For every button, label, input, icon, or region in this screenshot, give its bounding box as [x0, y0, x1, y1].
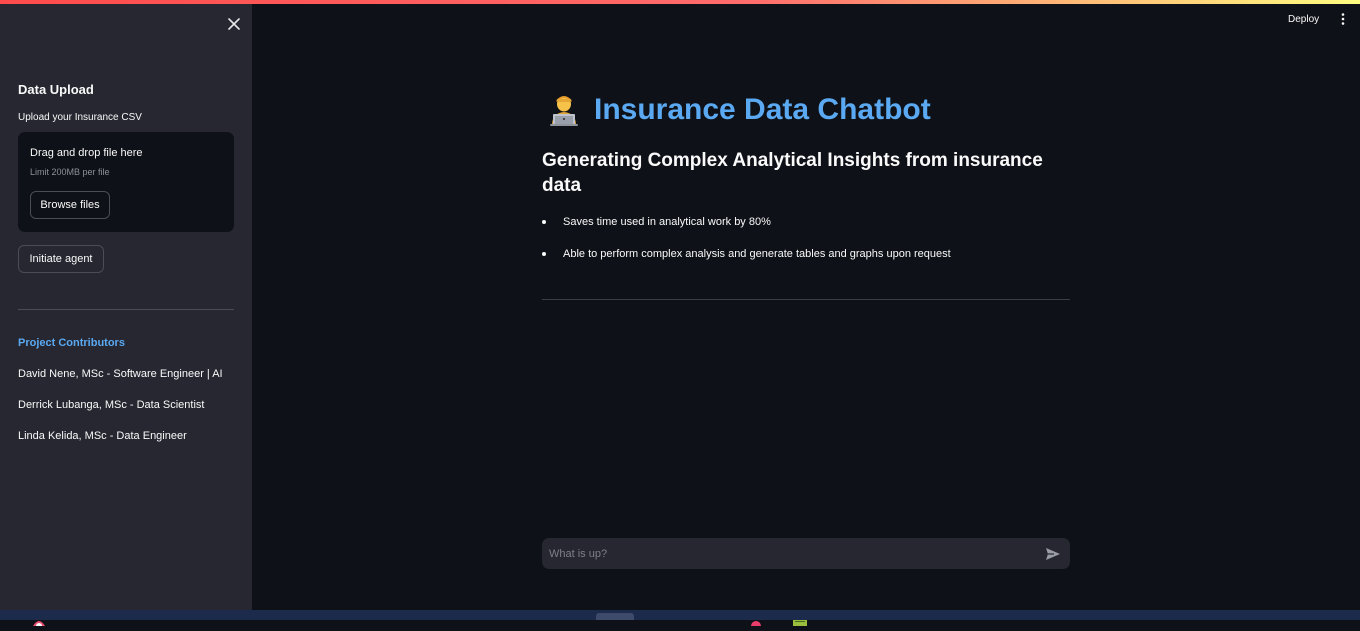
main-menu-button[interactable] [1336, 12, 1350, 28]
chat-input[interactable] [542, 538, 1032, 569]
page-title: Insurance Data Chatbot [546, 90, 931, 130]
page-title-text: Insurance Data Chatbot [594, 93, 931, 126]
upload-label: Upload your Insurance CSV [18, 112, 142, 123]
send-button[interactable] [1044, 545, 1062, 563]
browse-files-button[interactable]: Browse files [30, 191, 110, 219]
contributor-item: Linda Kelida, MSc - Data Engineer [18, 430, 187, 442]
dropzone-title: Drag and drop file here [30, 147, 143, 159]
feature-list: Saves time used in analytical work by 80… [542, 212, 1070, 276]
contributors-title: Project Contributors [18, 337, 125, 349]
browser-icon[interactable] [32, 613, 46, 629]
technologist-icon [546, 92, 582, 128]
active-app-icon[interactable] [596, 613, 634, 620]
sidebar: Data Upload Upload your Insurance CSV Dr… [0, 4, 252, 610]
app-icon[interactable] [750, 613, 762, 631]
list-item: Able to perform complex analysis and gen… [542, 244, 1070, 276]
send-icon [1046, 548, 1060, 560]
contributor-item: Derrick Lubanga, MSc - Data Scientist [18, 399, 205, 411]
top-decoration-bar [0, 0, 1360, 4]
page-subtitle: Generating Complex Analytical Insights f… [542, 150, 1043, 196]
deploy-button[interactable]: Deploy [1288, 14, 1319, 25]
initiate-agent-button[interactable]: Initiate agent [18, 245, 104, 273]
dropzone-limit: Limit 200MB per file [30, 167, 110, 177]
close-icon [228, 18, 240, 30]
sidebar-divider [18, 309, 234, 310]
sidebar-heading: Data Upload [18, 82, 94, 97]
more-vertical-icon [1341, 13, 1345, 25]
main-divider [542, 299, 1070, 300]
os-taskbar [0, 610, 1360, 631]
app-icon[interactable] [792, 613, 808, 626]
contributor-item: David Nene, MSc - Software Engineer | AI [18, 368, 223, 380]
file-dropzone[interactable]: Drag and drop file here Limit 200MB per … [18, 132, 234, 232]
chat-input-container [542, 538, 1070, 569]
list-item: Saves time used in analytical work by 80… [542, 212, 1070, 244]
close-sidebar-icon[interactable] [226, 16, 242, 32]
